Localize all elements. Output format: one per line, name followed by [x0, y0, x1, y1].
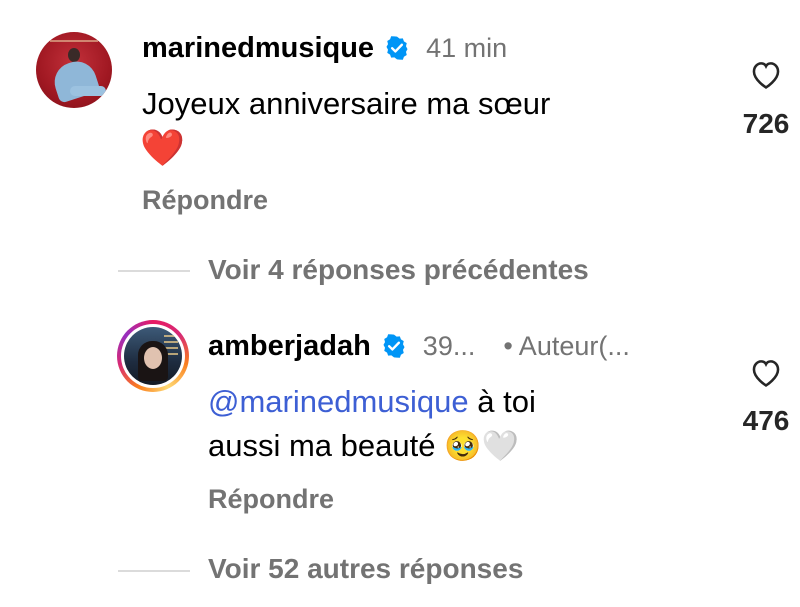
like-heart-icon[interactable] — [749, 58, 783, 90]
comment1-header: marinedmusique 41 min — [142, 28, 507, 68]
mention-link[interactable]: @marinedmusique — [208, 384, 469, 419]
author-badge: • Auteur(... — [503, 330, 630, 361]
comment1-like-count: 726 — [742, 108, 790, 139]
comment2-text-line1: @marinedmusique à toi — [208, 380, 536, 424]
comment2-text-line2: aussi ma beauté 🥹🤍 — [208, 424, 519, 469]
view-more-replies-button[interactable]: Voir 52 autres réponses — [208, 553, 523, 585]
thread-divider-line — [118, 270, 190, 272]
comment2-timestamp: 39... — [422, 330, 476, 361]
comment2-text-line2-content: aussi ma beauté — [208, 428, 436, 463]
comment1-text: Joyeux anniversaire ma sœur — [142, 86, 551, 121]
view-previous-replies-button[interactable]: Voir 4 réponses précédentes — [208, 254, 589, 286]
thread-divider-line — [118, 570, 190, 572]
comment2-reply-button[interactable]: Répondre — [208, 484, 334, 515]
comment2-username[interactable]: amberjadah — [208, 330, 371, 363]
like-heart-icon[interactable] — [749, 356, 783, 388]
verified-badge-icon — [386, 36, 408, 60]
comment1-reply-button[interactable]: Répondre — [142, 185, 268, 216]
comment2-header: amberjadah 39... • Auteur(... — [208, 326, 630, 366]
heart-emoji: ❤️ — [140, 127, 185, 168]
pleading-white-heart-emoji: 🥹🤍 — [444, 430, 519, 463]
comment1-username[interactable]: marinedmusique — [142, 32, 374, 65]
comment2-text-after-mention: à toi — [468, 384, 536, 419]
comment1-timestamp: 41 min — [426, 32, 508, 63]
verified-badge-icon — [383, 334, 405, 358]
comment2-like-count: 476 — [742, 405, 790, 436]
avatar-amberjadah[interactable] — [117, 320, 189, 392]
avatar-marinedmusique[interactable] — [36, 32, 112, 108]
